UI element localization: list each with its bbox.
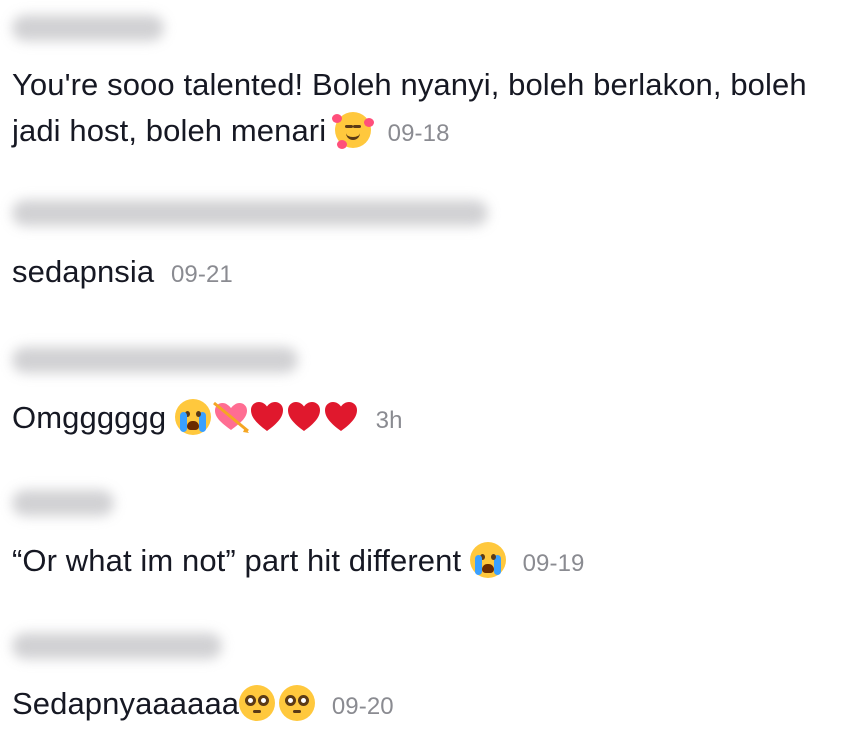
red-heart-icon <box>323 399 359 435</box>
comment-timestamp: 3h <box>375 407 403 434</box>
comment-item: “Or what im not” part hit different 09-1… <box>12 490 846 587</box>
comment-text: sedapnsia <box>12 254 155 289</box>
comment-item: Sedapnyaaaaaa 09-20 <box>12 633 846 730</box>
comment-timestamp: 09-18 <box>387 120 450 147</box>
comment-text-container: Sedapnyaaaaaa 09-20 <box>12 681 846 730</box>
username-blurred[interactable] <box>12 200 488 226</box>
comment-item: You're sooo talented! Boleh nyanyi, bole… <box>12 15 846 157</box>
pleading-face-icon <box>239 685 276 721</box>
smiling-face-with-hearts-icon <box>331 112 374 149</box>
loudly-crying-face-icon <box>469 542 506 578</box>
comment-text: Omgggggg <box>12 400 167 435</box>
comment-text-container: sedapnsia 09-21 <box>12 249 846 298</box>
comment-text-container: Omgggggg 3h <box>12 395 846 444</box>
comment-text: “Or what im not” part hit different <box>12 543 462 578</box>
username-blurred[interactable] <box>12 633 222 659</box>
username-blurred[interactable] <box>12 347 298 373</box>
comment-timestamp: 09-19 <box>522 550 585 577</box>
comment-text-container: You're sooo talented! Boleh nyanyi, bole… <box>12 62 846 157</box>
comment-timestamp: 09-20 <box>331 693 394 720</box>
comment-text-container: “Or what im not” part hit different 09-1… <box>12 538 846 587</box>
heart-with-arrow-icon <box>212 399 249 435</box>
comment-item: Omgggggg 3h <box>12 347 846 444</box>
comment-item: sedapnsia 09-21 <box>12 200 846 298</box>
comment-text: Sedapnyaaaaaa <box>12 686 240 721</box>
pleading-face-icon <box>279 685 316 721</box>
username-blurred[interactable] <box>12 490 114 516</box>
comment-timestamp: 09-21 <box>170 261 233 288</box>
username-blurred[interactable] <box>12 15 164 41</box>
loudly-crying-face-icon <box>174 399 211 435</box>
red-heart-icon <box>249 399 285 435</box>
red-heart-icon <box>286 399 322 435</box>
